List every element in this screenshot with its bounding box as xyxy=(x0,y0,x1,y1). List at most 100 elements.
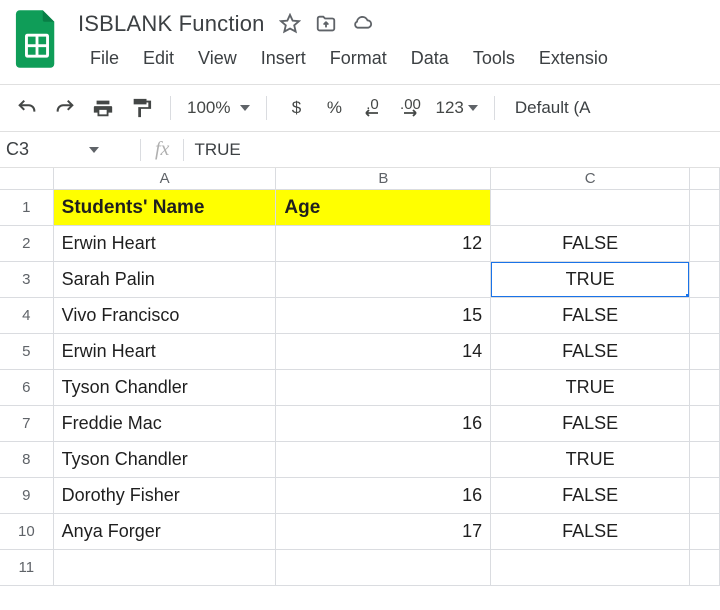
cell-a4[interactable]: Vivo Francisco xyxy=(54,298,277,334)
spreadsheet-grid: A B C 1 Students' Name Age 2 Erwin Heart… xyxy=(0,168,720,586)
cell-a6[interactable]: Tyson Chandler xyxy=(54,370,277,406)
row-header[interactable]: 1 xyxy=(0,190,54,226)
paint-format-button[interactable] xyxy=(128,93,154,123)
menu-format[interactable]: Format xyxy=(318,44,399,73)
cell-c6[interactable]: TRUE xyxy=(491,370,690,406)
cell-c8[interactable]: TRUE xyxy=(491,442,690,478)
cell-c10[interactable]: FALSE xyxy=(491,514,690,550)
cell-b4[interactable]: 15 xyxy=(276,298,491,334)
cell-d10[interactable] xyxy=(690,514,720,550)
cell-b7[interactable]: 16 xyxy=(276,406,491,442)
cell-c7[interactable]: FALSE xyxy=(491,406,690,442)
cell-d6[interactable] xyxy=(690,370,720,406)
cell-b10[interactable]: 17 xyxy=(276,514,491,550)
more-formats-dropdown[interactable]: 123 xyxy=(435,93,477,123)
column-header-b[interactable]: B xyxy=(276,168,491,190)
format-percent-button[interactable]: % xyxy=(321,93,347,123)
toolbar: 100% $ % .0 .00 123 Default (A xyxy=(0,84,720,132)
cell-b9[interactable]: 16 xyxy=(276,478,491,514)
selection-handle[interactable] xyxy=(686,294,690,298)
cell-c2[interactable]: FALSE xyxy=(491,226,690,262)
decrease-decimal-button[interactable]: .0 xyxy=(359,93,385,123)
format-currency-button[interactable]: $ xyxy=(283,93,309,123)
toolbar-divider xyxy=(266,96,267,120)
star-icon[interactable] xyxy=(279,13,301,35)
formula-input[interactable]: TRUE xyxy=(184,140,240,160)
cell-d5[interactable] xyxy=(690,334,720,370)
cloud-status-icon[interactable] xyxy=(351,13,373,35)
move-to-folder-icon[interactable] xyxy=(315,13,337,35)
name-box[interactable]: C3 xyxy=(2,139,58,160)
document-title[interactable]: ISBLANK Function xyxy=(78,11,265,37)
chevron-down-icon xyxy=(468,105,478,111)
menu-file[interactable]: File xyxy=(78,44,131,73)
cell-c11[interactable] xyxy=(491,550,690,586)
cell-c1[interactable] xyxy=(491,190,690,226)
cell-b1[interactable]: Age xyxy=(276,190,491,226)
cell-a1[interactable]: Students' Name xyxy=(54,190,277,226)
cell-b11[interactable] xyxy=(276,550,491,586)
row-header[interactable]: 10 xyxy=(0,514,54,550)
cell-b3[interactable] xyxy=(276,262,491,298)
cell-d4[interactable] xyxy=(690,298,720,334)
redo-button[interactable] xyxy=(52,93,78,123)
column-header-c[interactable]: C xyxy=(491,168,690,190)
chevron-down-icon xyxy=(89,147,99,153)
cell-d2[interactable] xyxy=(690,226,720,262)
row-header[interactable]: 9 xyxy=(0,478,54,514)
row-header[interactable]: 5 xyxy=(0,334,54,370)
cell-d8[interactable] xyxy=(690,442,720,478)
row-header[interactable]: 8 xyxy=(0,442,54,478)
font-dropdown[interactable]: Default (A xyxy=(511,98,591,118)
zoom-value: 100% xyxy=(187,98,230,118)
column-header-d[interactable] xyxy=(690,168,720,190)
app-header: ISBLANK Function File Edit View Insert F… xyxy=(0,0,720,74)
row-header[interactable]: 2 xyxy=(0,226,54,262)
cell-c5[interactable]: FALSE xyxy=(491,334,690,370)
cell-b8[interactable] xyxy=(276,442,491,478)
cell-a11[interactable] xyxy=(54,550,277,586)
menu-data[interactable]: Data xyxy=(399,44,461,73)
cell-a10[interactable]: Anya Forger xyxy=(54,514,277,550)
column-header-a[interactable]: A xyxy=(54,168,277,190)
fx-icon: fx xyxy=(141,138,183,161)
cell-c9[interactable]: FALSE xyxy=(491,478,690,514)
menu-bar: File Edit View Insert Format Data Tools … xyxy=(78,42,710,74)
row-header[interactable]: 11 xyxy=(0,550,54,586)
print-button[interactable] xyxy=(90,93,116,123)
cell-c4[interactable]: FALSE xyxy=(491,298,690,334)
row-header[interactable]: 7 xyxy=(0,406,54,442)
cell-d7[interactable] xyxy=(690,406,720,442)
sheets-logo[interactable] xyxy=(14,8,60,70)
increase-decimal-button[interactable]: .00 xyxy=(397,93,423,123)
toolbar-divider xyxy=(494,96,495,120)
select-all-corner[interactable] xyxy=(0,168,54,190)
cell-d3[interactable] xyxy=(690,262,720,298)
formula-bar: C3 fx TRUE xyxy=(0,132,720,168)
menu-extensions[interactable]: Extensio xyxy=(527,44,620,73)
zoom-dropdown[interactable]: 100% xyxy=(187,98,250,118)
menu-tools[interactable]: Tools xyxy=(461,44,527,73)
cell-b6[interactable] xyxy=(276,370,491,406)
cell-a8[interactable]: Tyson Chandler xyxy=(54,442,277,478)
row-header[interactable]: 4 xyxy=(0,298,54,334)
cell-b2[interactable]: 12 xyxy=(276,226,491,262)
row-header[interactable]: 3 xyxy=(0,262,54,298)
cell-a3[interactable]: Sarah Palin xyxy=(54,262,277,298)
chevron-down-icon xyxy=(240,105,250,111)
cell-a5[interactable]: Erwin Heart xyxy=(54,334,277,370)
undo-button[interactable] xyxy=(14,93,40,123)
cell-a9[interactable]: Dorothy Fisher xyxy=(54,478,277,514)
cell-b5[interactable]: 14 xyxy=(276,334,491,370)
menu-edit[interactable]: Edit xyxy=(131,44,186,73)
row-header[interactable]: 6 xyxy=(0,370,54,406)
menu-view[interactable]: View xyxy=(186,44,249,73)
menu-insert[interactable]: Insert xyxy=(249,44,318,73)
cell-a2[interactable]: Erwin Heart xyxy=(54,226,277,262)
toolbar-divider xyxy=(170,96,171,120)
cell-d11[interactable] xyxy=(690,550,720,586)
cell-c3[interactable]: TRUE xyxy=(491,262,690,298)
cell-d1[interactable] xyxy=(690,190,720,226)
cell-a7[interactable]: Freddie Mac xyxy=(54,406,277,442)
cell-d9[interactable] xyxy=(690,478,720,514)
